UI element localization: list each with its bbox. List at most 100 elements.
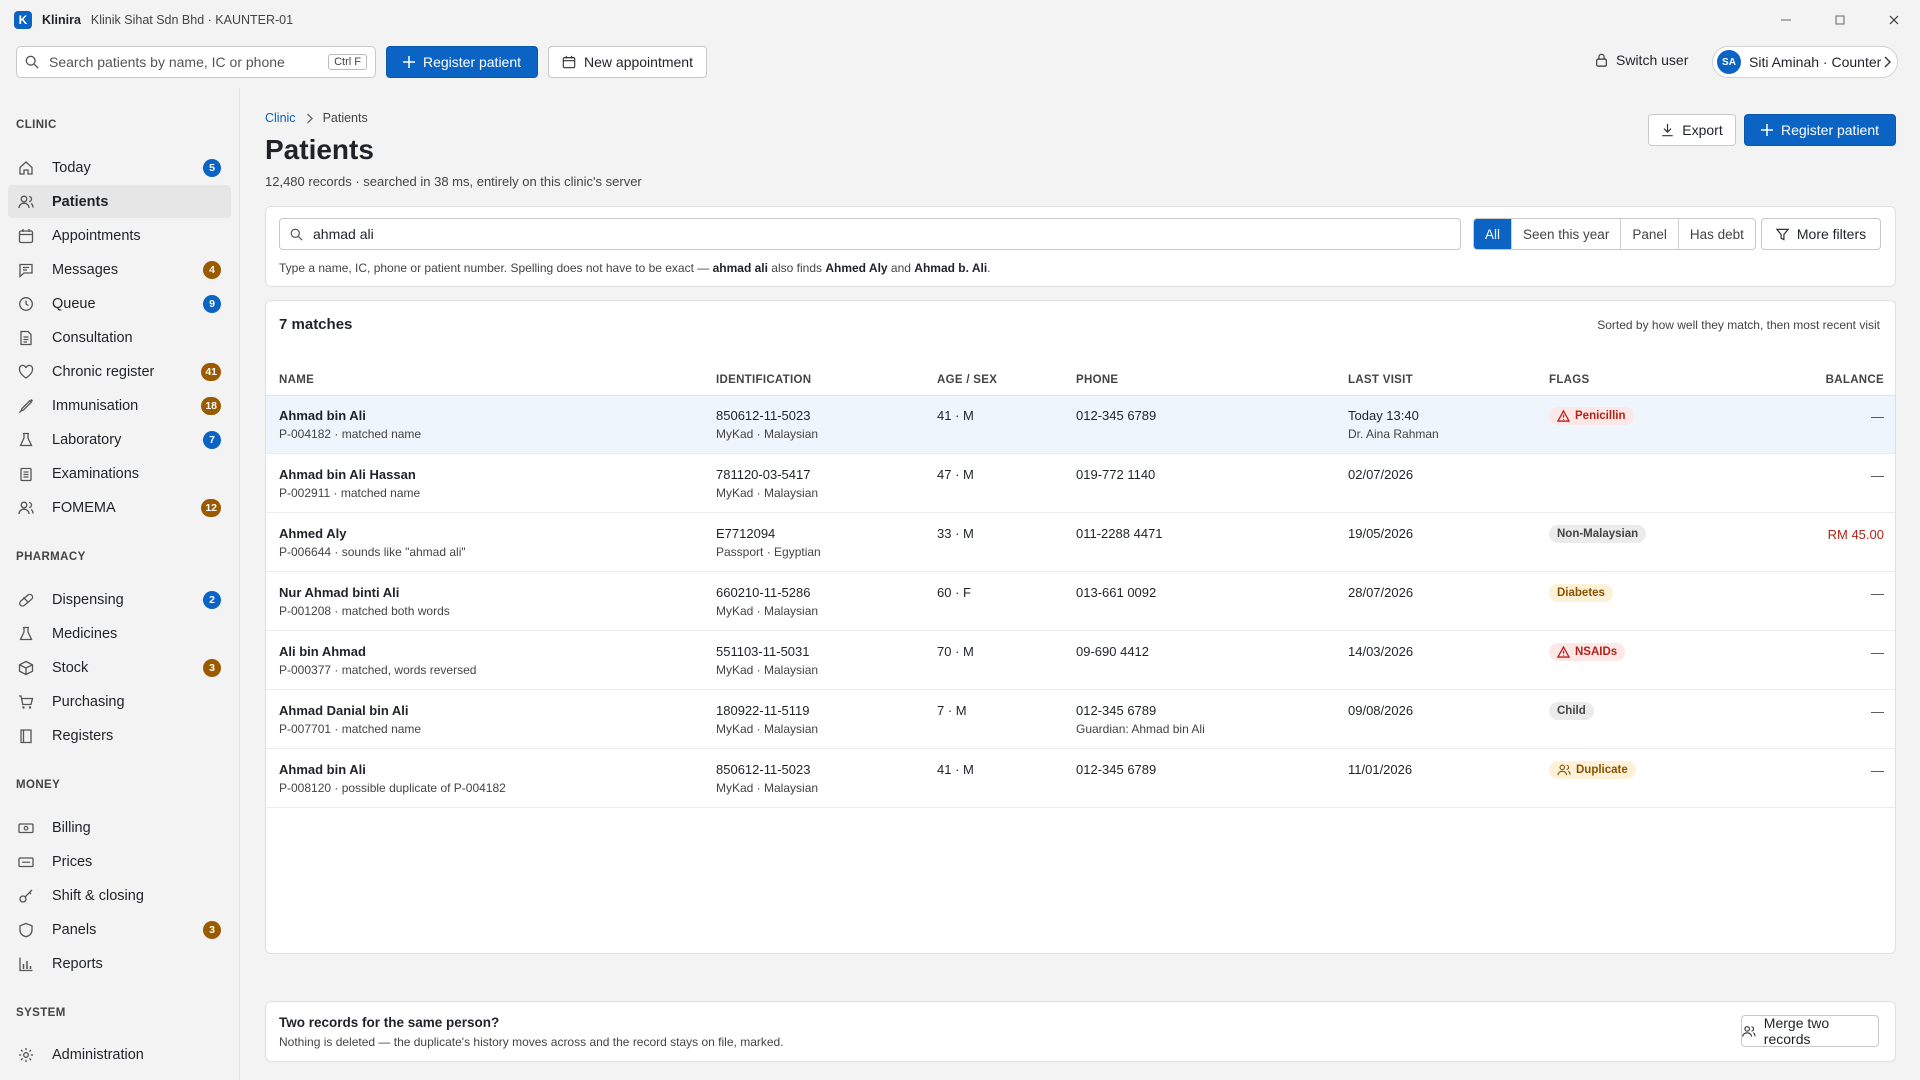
switch-user-label: Switch user	[1616, 52, 1689, 68]
column-header-age-sex[interactable]: AGE / SEX	[937, 374, 997, 386]
patient-name: Ahmad bin Ali	[279, 408, 366, 423]
column-header-last-visit[interactable]: LAST VISIT	[1348, 374, 1413, 386]
register-patient-button[interactable]: Register patient	[1744, 114, 1896, 146]
hint-query: ahmad ali	[712, 261, 768, 275]
identification: 850612-11-5023	[716, 762, 811, 777]
sidebar-section-clinic: CLINIC	[16, 119, 57, 131]
search-icon	[290, 228, 303, 241]
new-appointment-button[interactable]: New appointment	[548, 46, 707, 78]
more-filters-label: More filters	[1796, 226, 1867, 242]
patient-number: P-007701 · matched name	[279, 722, 422, 736]
sidebar-item-label: Medicines	[52, 625, 118, 642]
sidebar-item-consultation[interactable]: Consultation	[8, 321, 231, 354]
sidebar-item-prices[interactable]: Prices	[8, 845, 231, 878]
identification-type: MyKad · Malaysian	[716, 604, 819, 618]
sidebar-item-panels[interactable]: Panels 3	[8, 913, 231, 946]
sidebar-item-laboratory[interactable]: Laboratory 7	[8, 423, 231, 456]
global-search-input[interactable]: Search patients by name, IC or phone Ctr…	[16, 46, 376, 78]
sidebar-item-label: Billing	[52, 819, 91, 836]
cash-icon	[18, 822, 34, 833]
sidebar-item-examinations[interactable]: Examinations	[8, 457, 231, 490]
sidebar-item-purchasing[interactable]: Purchasing	[8, 685, 231, 718]
patient-search-input[interactable]: ahmad ali	[279, 218, 1461, 250]
sidebar-item-dispensing[interactable]: Dispensing 2	[8, 583, 231, 616]
gear-icon	[19, 1047, 33, 1062]
table-row[interactable]: Ahmad bin Ali P-004182 · matched name 85…	[266, 396, 1895, 454]
sidebar-item-registers[interactable]: Registers	[8, 719, 231, 752]
avatar: SA	[1717, 50, 1741, 74]
sidebar-item-label: Examinations	[52, 465, 140, 482]
sidebar-item-label: Today	[52, 159, 91, 176]
sidebar-item-patients[interactable]: Patients	[8, 185, 231, 218]
more-filters-button[interactable]: More filters	[1761, 218, 1881, 250]
bar-chart-icon	[19, 957, 33, 971]
sidebar-item-label: Messages	[52, 261, 119, 278]
duplicate-flag: Duplicate	[1549, 761, 1636, 779]
phone: 011-2288 4471	[1076, 526, 1163, 541]
close-icon	[1889, 15, 1899, 25]
minimize-button[interactable]	[1758, 0, 1814, 40]
table-row[interactable]: Ahmad bin Ali P-008120 · possible duplic…	[266, 750, 1895, 808]
last-visit: 02/07/2026	[1348, 467, 1414, 482]
title-bar: K Klinira Klinik Sihat Sdn Bhd · KAUNTER…	[0, 0, 1920, 40]
user-menu[interactable]: SA Siti Aminah · Counter	[1712, 46, 1898, 78]
age-sex: 41 · M	[937, 762, 974, 777]
sidebar-item-administration[interactable]: Administration	[8, 1038, 231, 1071]
sidebar-item-queue[interactable]: Queue 9	[8, 287, 231, 320]
sidebar-item-fomema[interactable]: FOMEMA 12	[8, 491, 231, 524]
sidebar-item-medicines[interactable]: Medicines	[8, 617, 231, 650]
column-header-identification[interactable]: IDENTIFICATION	[716, 374, 811, 386]
age-sex: 70 · M	[937, 644, 974, 659]
count-badge: 4	[203, 261, 221, 279]
identification-type: MyKad · Malaysian	[716, 663, 819, 677]
filter-has-debt[interactable]: Has debt	[1677, 219, 1755, 249]
sidebar-item-billing[interactable]: Billing	[8, 811, 231, 844]
column-header-phone[interactable]: PHONE	[1076, 374, 1118, 386]
table-row[interactable]: Ahmed Aly P-006644 · sounds like "ahmad …	[266, 514, 1895, 572]
sidebar-item-immunisation[interactable]: Immunisation 18	[8, 389, 231, 422]
sidebar-item-reports[interactable]: Reports	[8, 947, 231, 980]
filter-seen-this-year[interactable]: Seen this year	[1511, 219, 1620, 249]
syringe-icon	[19, 398, 33, 413]
column-header-name[interactable]: NAME	[279, 374, 314, 386]
pill-icon	[19, 593, 34, 607]
export-button[interactable]: Export	[1648, 114, 1736, 146]
table-row[interactable]: Ahmad bin Ali Hassan P-002911 · matched …	[266, 455, 1895, 513]
column-header-balance[interactable]: BALANCE	[1826, 374, 1884, 386]
sidebar-item-today[interactable]: Today 5	[8, 151, 231, 184]
warning-icon	[1557, 646, 1570, 658]
table-row[interactable]: Nur Ahmad binti Ali P-001208 · matched b…	[266, 573, 1895, 631]
last-visit: Today 13:40	[1348, 408, 1419, 423]
merge-records-button[interactable]: Merge two records	[1741, 1015, 1879, 1047]
merge-panel: Two records for the same person? Nothing…	[265, 1001, 1896, 1062]
message-icon	[19, 263, 33, 278]
identification-type: MyKad · Malaysian	[716, 722, 819, 736]
phone: 09-690 4412	[1076, 644, 1150, 659]
column-header-flags[interactable]: FLAGS	[1549, 374, 1589, 386]
maximize-button[interactable]	[1812, 0, 1868, 40]
sidebar-item-messages[interactable]: Messages 4	[8, 253, 231, 286]
table-row[interactable]: Ahmad Danial bin Ali P-007701 · matched …	[266, 691, 1895, 749]
close-button[interactable]	[1866, 0, 1920, 40]
filter-panel[interactable]: Panel	[1620, 219, 1678, 249]
sidebar-item-shift-closing[interactable]: Shift & closing	[8, 879, 231, 912]
balance: RM 45.00	[1827, 527, 1884, 542]
register-patient-label: Register patient	[1780, 122, 1880, 138]
count-badge: 3	[203, 659, 221, 677]
cart-icon	[19, 694, 34, 709]
sidebar-item-appointments[interactable]: Appointments	[8, 219, 231, 252]
filter-all[interactable]: All	[1474, 219, 1512, 249]
patient-name: Nur Ahmad binti Ali	[279, 585, 400, 600]
sidebar-item-stock[interactable]: Stock 3	[8, 651, 231, 684]
sidebar-item-chronic-register[interactable]: Chronic register 41	[8, 355, 231, 388]
breadcrumb-clinic-link[interactable]: Clinic	[265, 111, 296, 125]
sidebar-item-label: Prices	[52, 853, 93, 870]
register-patient-toolbar-button[interactable]: Register patient	[386, 46, 538, 78]
balance: —	[1871, 763, 1884, 778]
global-search-placeholder: Search patients by name, IC or phone	[49, 54, 285, 70]
switch-user-button[interactable]: Switch user	[1595, 52, 1688, 68]
phone: 012-345 6789	[1076, 408, 1157, 423]
table-row[interactable]: Ali bin Ahmad P-000377 · matched, words …	[266, 632, 1895, 690]
sidebar-item-label: Immunisation	[52, 397, 139, 414]
hint-example: Ahmad b. Ali	[914, 261, 988, 275]
